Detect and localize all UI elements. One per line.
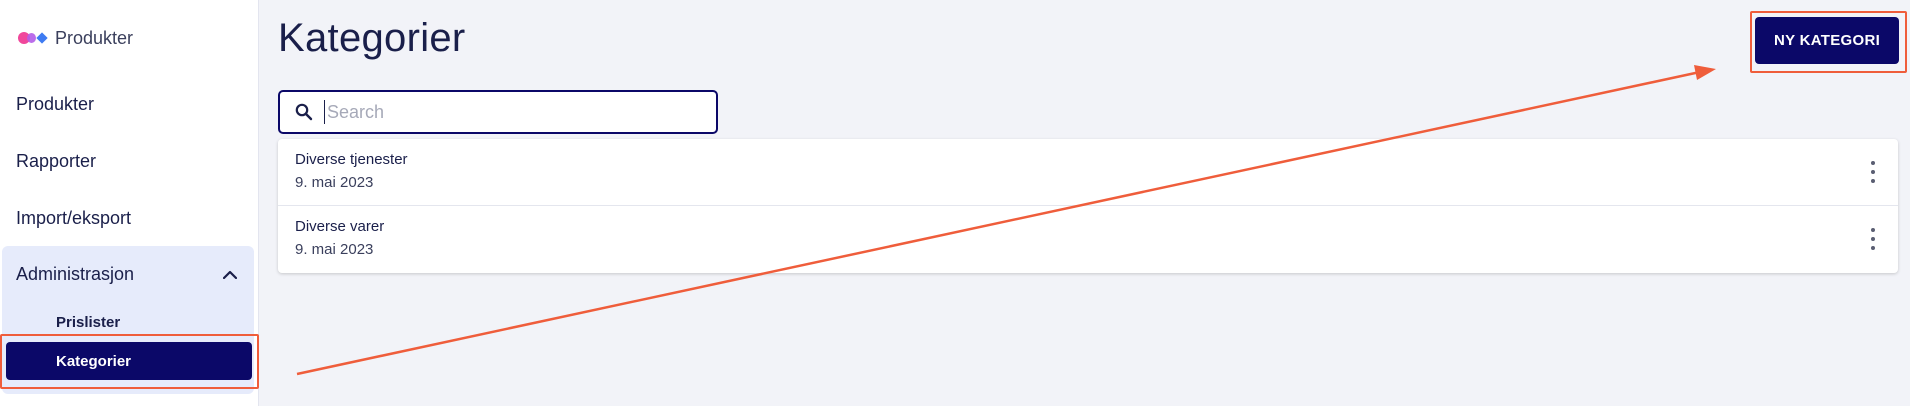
list-item[interactable]: Diverse tjenester 9. mai 2023 [278, 139, 1898, 206]
sidebar-group-administrasjon: Administrasjon Prislister Kategorier [2, 246, 254, 394]
sidebar-group-label: Administrasjon [16, 263, 135, 284]
sidebar-item-produkter[interactable]: Produkter [0, 76, 255, 132]
brand[interactable]: Produkter [17, 26, 133, 50]
page-title: Kategorier [278, 16, 466, 60]
sidebar-item-label: Kategorier [56, 352, 132, 370]
sidebar-item-label: Rapporter [16, 150, 97, 171]
search-input[interactable] [324, 100, 704, 124]
search-field[interactable] [278, 90, 718, 134]
app-logo-icon [17, 26, 48, 50]
sidebar-item-kategorier[interactable]: Kategorier [6, 342, 252, 380]
category-date: 9. mai 2023 [295, 174, 374, 191]
sidebar-item-label: Import/eksport [16, 207, 132, 228]
chevron-up-icon [220, 264, 240, 284]
list-item[interactable]: Diverse varer 9. mai 2023 [278, 206, 1898, 273]
more-vert-icon[interactable] [1868, 228, 1878, 250]
category-name: Diverse tjenester [295, 151, 408, 168]
sidebar: Produkter Produkter Rapporter Import/eks… [0, 0, 259, 406]
more-vert-icon[interactable] [1868, 161, 1878, 183]
brand-label: Produkter [55, 27, 134, 48]
sidebar-item-label: Produkter [16, 93, 95, 114]
sidebar-item-import-eksport[interactable]: Import/eksport [0, 190, 255, 246]
app-window: Produkter Produkter Rapporter Import/eks… [0, 0, 1910, 406]
main-content: Kategorier NY KATEGORI Diverse tjenester… [259, 0, 1910, 406]
sidebar-item-prislister[interactable]: Prislister [6, 303, 252, 341]
category-name: Diverse varer [295, 218, 385, 235]
sidebar-item-rapporter[interactable]: Rapporter [0, 133, 255, 189]
sidebar-group-header[interactable]: Administrasjon [2, 246, 254, 302]
category-date: 9. mai 2023 [295, 241, 374, 258]
sidebar-item-label: Prislister [56, 313, 121, 331]
category-list: Diverse tjenester 9. mai 2023 Diverse va… [278, 139, 1898, 273]
search-icon [295, 103, 313, 121]
new-category-button[interactable]: NY KATEGORI [1755, 17, 1899, 64]
